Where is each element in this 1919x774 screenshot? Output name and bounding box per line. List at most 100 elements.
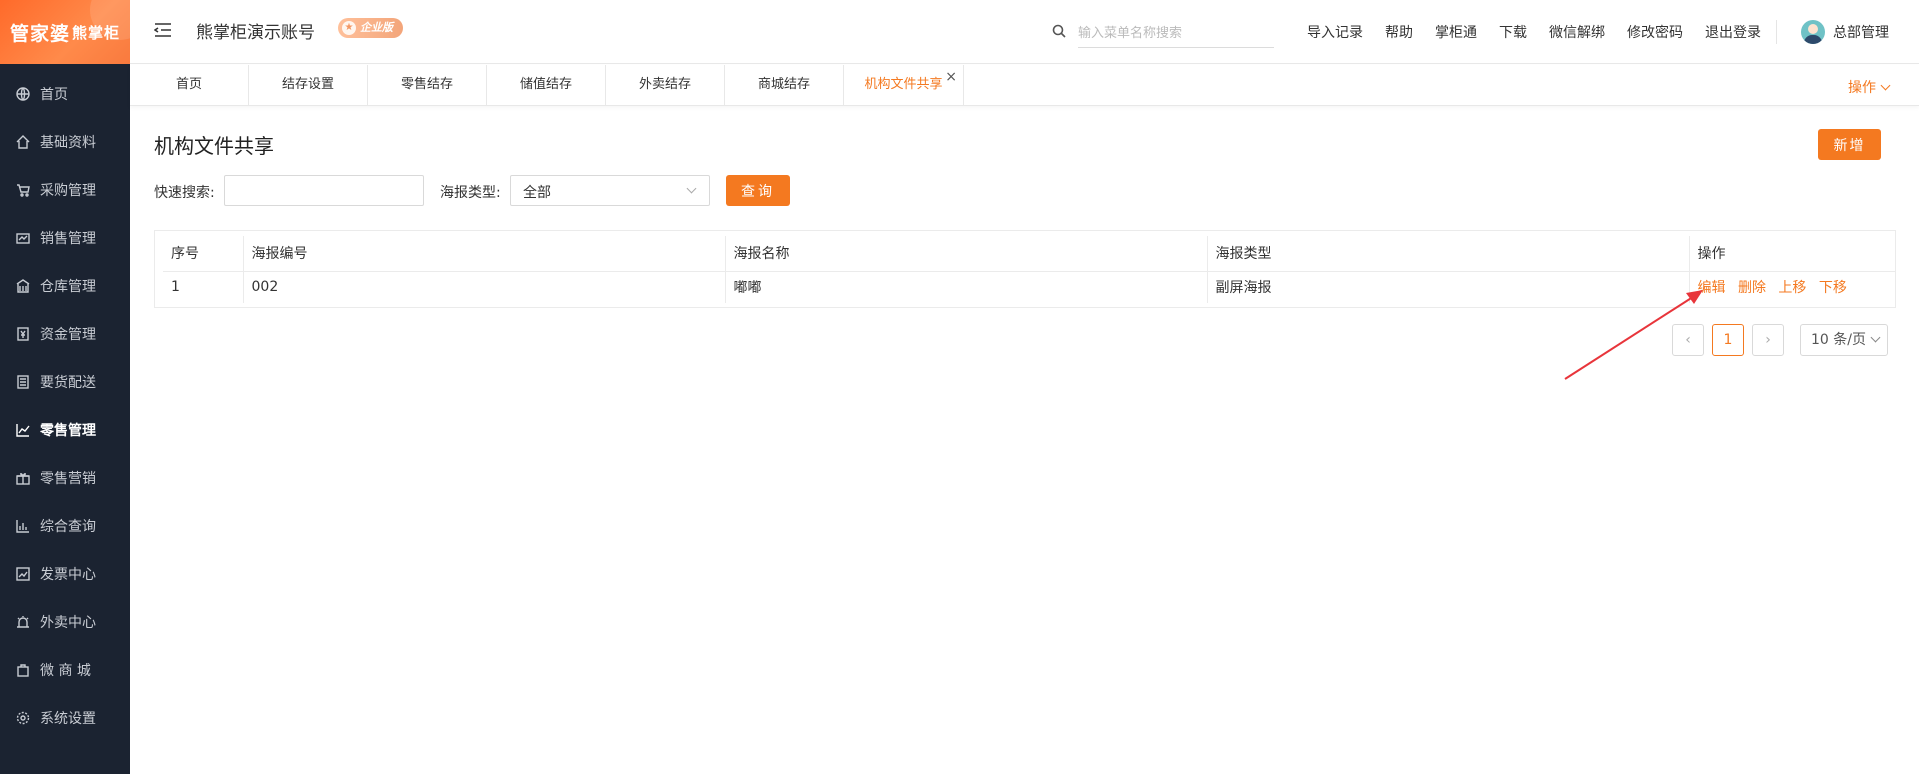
bar-chart-icon [16,519,30,533]
tab-mall-balance[interactable]: 商城结存 [725,65,844,106]
logo-text-b: 熊掌柜 [72,23,121,42]
sidebar-item-label: 零售营销 [40,471,96,487]
sidebar-item-label: 首页 [40,87,68,103]
sidebar-item-invoice[interactable]: 发票中心 [0,550,130,598]
chevron-down-icon [686,183,697,194]
sidebar-item-label: 仓库管理 [40,279,96,295]
trend-icon [16,567,30,581]
poster-type-select[interactable]: 全部 [510,175,710,206]
account-name: 熊掌柜演示账号 [196,23,315,43]
sidebar-item-home[interactable]: 首页 [0,70,130,118]
tab-home[interactable]: 首页 [130,65,249,106]
chart-icon [16,423,30,437]
cell-index: 1 [171,279,180,296]
col-actions: 操作 [1688,236,1895,272]
money-icon [16,327,30,341]
alarm-icon [16,615,30,629]
sidebar-item-label: 要货配送 [40,375,96,391]
page-1-button[interactable]: 1 [1712,324,1744,356]
sidebar-item-finance[interactable]: 资金管理 [0,310,130,358]
close-icon[interactable]: × [945,57,957,97]
sidebar-item-label: 采购管理 [40,183,96,199]
sidebar-item-delivery[interactable]: 要货配送 [0,358,130,406]
bag-icon [16,663,30,677]
download-link[interactable]: 下载 [1499,22,1527,42]
tab-stored-value-balance[interactable]: 储值结存 [487,65,606,106]
sidebar-item-label: 资金管理 [40,327,96,343]
page-size-select[interactable]: 10 条/页 [1800,324,1888,356]
sidebar-item-query[interactable]: 综合查询 [0,502,130,550]
tab-operations-dropdown[interactable]: 操作 [1848,77,1891,97]
sidebar-item-label: 系统设置 [40,711,96,727]
sidebar-item-takeout[interactable]: 外卖中心 [0,598,130,646]
chevron-down-icon [1880,80,1891,91]
sidebar-item-retail[interactable]: 零售管理 [0,406,130,454]
warehouse-icon [16,279,30,293]
help-link[interactable]: 帮助 [1385,22,1413,42]
delete-link[interactable]: 删除 [1738,280,1766,296]
poster-type-label: 海报类型: [440,185,501,201]
wechat-unbind-link[interactable]: 微信解绑 [1549,22,1605,42]
search-icon[interactable] [1052,24,1068,40]
header-divider [1776,20,1777,44]
tab-balance-settings[interactable]: 结存设置 [249,65,368,106]
query-button[interactable]: 查询 [726,175,790,206]
sidebar-item-sales[interactable]: 销售管理 [0,214,130,262]
menu-toggle-icon[interactable] [153,22,172,38]
sidebar-item-settings[interactable]: 系统设置 [0,694,130,742]
tab-org-file-share[interactable]: 机构文件共享 × [844,65,964,106]
sidebar-item-label: 综合查询 [40,519,96,535]
move-up-link[interactable]: 上移 [1778,280,1806,296]
user-menu[interactable]: 总部管理 [1801,20,1889,44]
prev-page-button[interactable]: ‹ [1672,324,1704,356]
logo-text: 管家婆 [9,22,70,45]
cart-icon [16,183,30,197]
sidebar-item-warehouse[interactable]: 仓库管理 [0,262,130,310]
sidebar-item-purchase[interactable]: 采购管理 [0,166,130,214]
cell-actions: 编辑 删除 上移 下移 [1688,271,1895,303]
move-down-link[interactable]: 下移 [1819,280,1847,296]
poster-type-value: 全部 [523,185,551,201]
sidebar-item-label: 外卖中心 [40,615,96,631]
sidebar-item-mall[interactable]: 微 商 城 [0,646,130,694]
brand-logo[interactable]: 管家婆 熊掌柜 [0,0,130,64]
star-icon: ★ [342,21,356,35]
sidebar-item-basic-data[interactable]: 基础资料 [0,118,130,166]
cell-type: 副屏海报 [1206,271,1689,303]
gear-icon [16,711,30,725]
table-header-row: 序号 海报编号 海报名称 海报类型 操作 [163,236,1895,272]
edit-link[interactable]: 编辑 [1698,280,1726,296]
menu-search [1052,20,1274,48]
change-password-link[interactable]: 修改密码 [1627,22,1683,42]
sidebar-item-label: 发票中心 [40,567,96,583]
col-type: 海报类型 [1206,236,1689,272]
tab-retail-balance[interactable]: 零售结存 [368,65,487,106]
menu-search-input[interactable] [1078,20,1274,48]
quick-search-label: 快速搜索: [154,185,215,201]
sidebar-item-marketing[interactable]: 零售营销 [0,454,130,502]
avatar [1801,20,1825,44]
quick-search-input[interactable] [224,175,424,206]
sidebar: 管家婆 熊掌柜 首页 基础资料 采购管理 销售管理 仓库管理 资金管理 要货配送… [0,0,130,774]
zhangguitong-link[interactable]: 掌柜通 [1435,22,1477,42]
sidebar-item-label: 销售管理 [40,231,96,247]
page-title: 机构文件共享 [154,134,274,158]
next-page-button[interactable]: › [1752,324,1784,356]
top-links: 导入记录 帮助 掌柜通 下载 微信解绑 修改密码 退出登录 [1307,22,1783,42]
page-size-value: 10 条/页 [1811,332,1866,348]
user-name: 总部管理 [1833,25,1889,41]
logout-link[interactable]: 退出登录 [1705,22,1761,42]
import-records-link[interactable]: 导入记录 [1307,22,1363,42]
poster-table: 序号 海报编号 海报名称 海报类型 操作 1 002 嘟嘟 副屏海报 编辑 删除… [154,230,1896,308]
gift-icon [16,471,30,485]
tab-takeout-balance[interactable]: 外卖结存 [606,65,725,106]
sidebar-item-label: 微 商 城 [40,663,91,679]
sidebar-item-label: 零售管理 [40,423,96,439]
col-name: 海报名称 [724,236,1207,272]
home-icon [16,135,30,149]
cell-code: 002 [242,271,725,303]
chevron-down-icon [1870,332,1881,343]
tab-label: 机构文件共享 [864,77,943,92]
add-button[interactable]: 新增 [1818,129,1881,160]
ops-label: 操作 [1848,80,1876,96]
